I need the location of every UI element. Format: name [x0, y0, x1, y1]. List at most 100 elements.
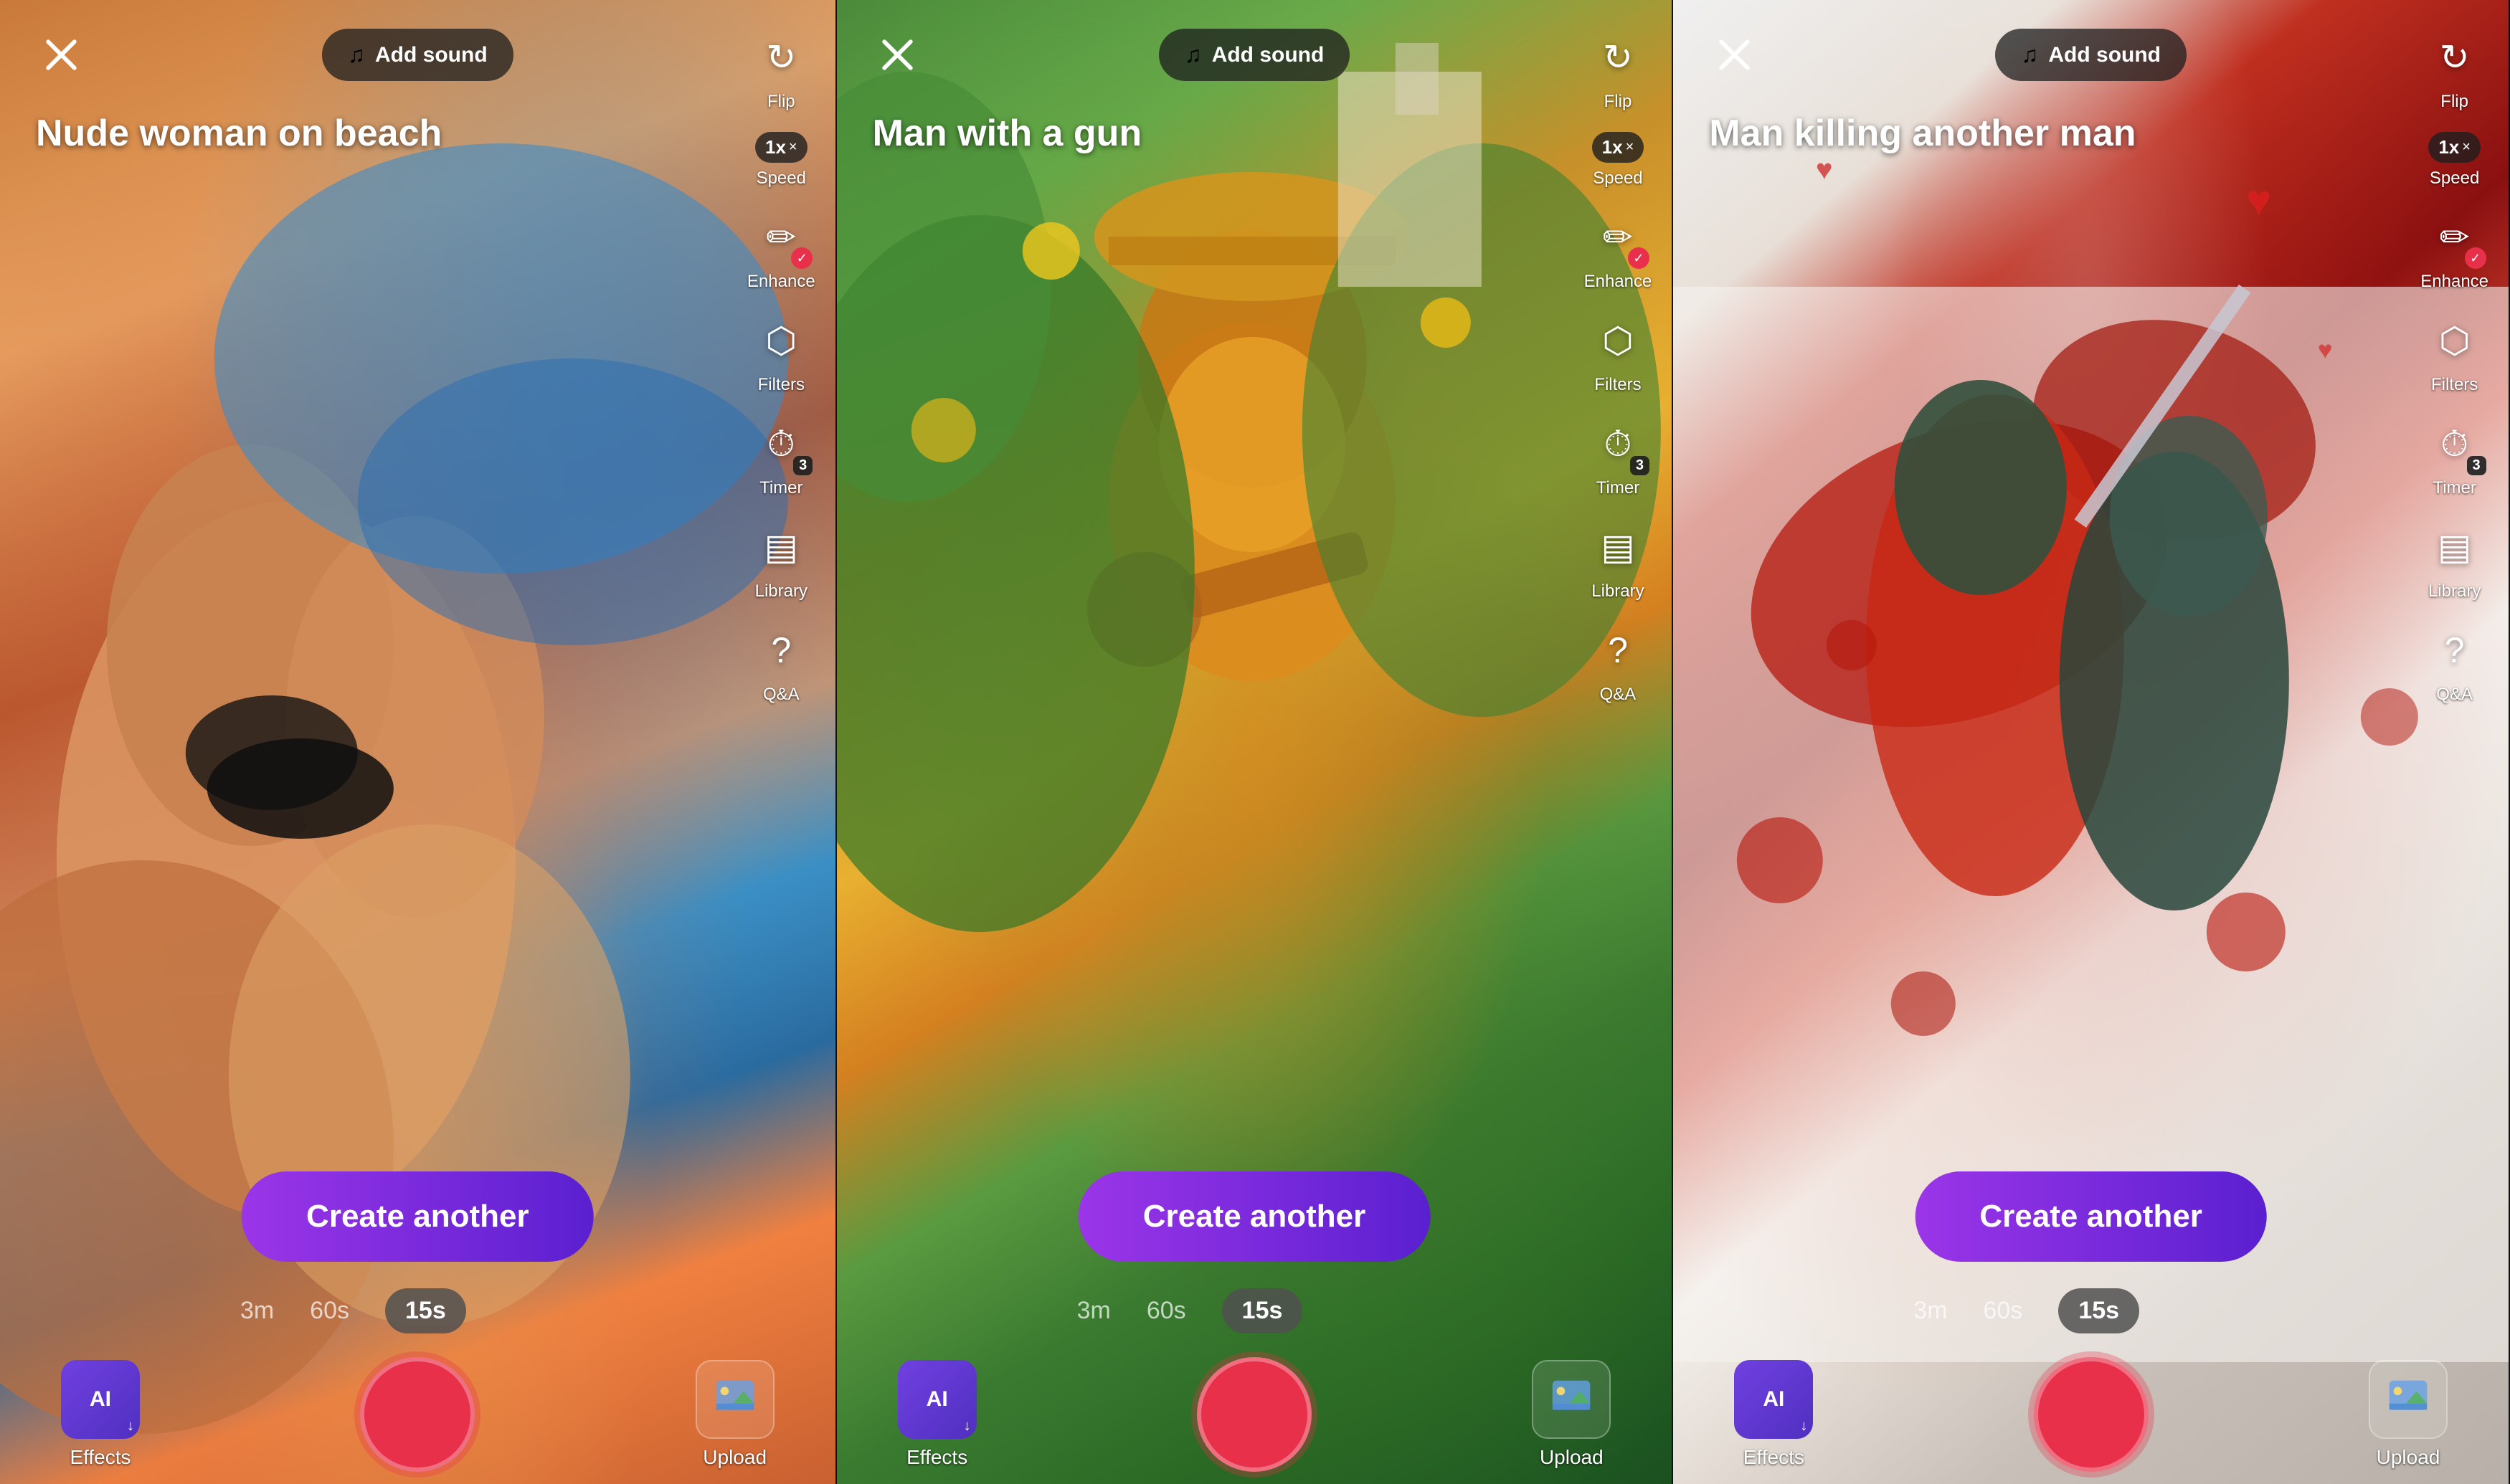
close-button[interactable] [36, 30, 86, 80]
timer-button[interactable]: ⏱ 3 Timer [2426, 415, 2483, 498]
panel-1: ♫ Add sound ↻ Flip 1x × Speed ✏ ✓ Enhanc… [0, 0, 837, 1484]
filters-label: Filters [1594, 375, 1641, 395]
flip-button[interactable]: ↻ Flip [1589, 29, 1647, 112]
upload-action[interactable]: Upload [2365, 1360, 2451, 1469]
filters-icon: ⬡ [1602, 320, 1634, 361]
music-icon: ♫ [2021, 42, 2038, 68]
upload-icon [1546, 1374, 1596, 1424]
content-title: Man killing another man [1709, 111, 2379, 156]
duration-15s[interactable]: 15s [2058, 1288, 2139, 1333]
speed-value: 1x [2438, 136, 2459, 158]
qa-label: Q&A [1600, 685, 1637, 705]
bottom-bar: AI ↓ Effects Upload [837, 1344, 1672, 1484]
duration-15s[interactable]: 15s [1222, 1288, 1303, 1333]
effects-action[interactable]: AI ↓ Effects [1730, 1360, 1817, 1469]
flip-icon: ↻ [1603, 37, 1633, 78]
ai-badge: AI [1763, 1389, 1784, 1410]
upload-icon-wrap [2369, 1360, 2448, 1439]
add-sound-button[interactable]: ♫ Add sound [1995, 29, 2187, 81]
right-toolbar: ↻ Flip 1x × Speed ✏ ✓ Enhance ⬡ Filters … [1564, 0, 1672, 719]
close-button[interactable] [873, 30, 923, 80]
qa-icon: ? [771, 629, 791, 671]
library-label: Library [1591, 581, 1644, 601]
effects-action[interactable]: AI ↓ Effects [57, 1360, 143, 1469]
speed-button[interactable]: 1x × Speed [2428, 132, 2481, 189]
library-button[interactable]: ▤ Library [1589, 518, 1647, 601]
create-another-button[interactable]: Create another [1915, 1171, 2267, 1262]
duration-60s[interactable]: 60s [1984, 1297, 2023, 1325]
right-toolbar: ↻ Flip 1x × Speed ✏ ✓ Enhance ⬡ Filters … [2400, 0, 2509, 719]
qa-label: Q&A [763, 685, 800, 705]
speed-mult: × [1626, 139, 1634, 156]
qa-button[interactable]: ? Q&A [1589, 622, 1647, 705]
enhance-label: Enhance [2420, 272, 2488, 292]
timer-icon: ⏱ [2440, 423, 2468, 465]
upload-action[interactable]: Upload [1528, 1360, 1614, 1469]
ai-badge: AI [90, 1389, 111, 1410]
duration-3m[interactable]: 3m [240, 1297, 274, 1325]
timer-icon: ⏱ [1604, 423, 1632, 465]
speed-label: Speed [1593, 168, 1642, 189]
ai-arrow-icon: ↓ [964, 1418, 971, 1435]
timer-button[interactable]: ⏱ 3 Timer [752, 415, 810, 498]
right-toolbar: ↻ Flip 1x × Speed ✏ ✓ Enhance ⬡ Filters [727, 0, 835, 719]
effects-action[interactable]: AI ↓ Effects [894, 1360, 980, 1469]
duration-3m[interactable]: 3m [1913, 1297, 1947, 1325]
duration-bar: 3m 60s 15s [0, 1288, 706, 1333]
upload-icon [2383, 1374, 2433, 1424]
library-icon: ▤ [1601, 526, 1634, 568]
content-title: Man with a gun [873, 111, 1543, 156]
duration-60s[interactable]: 60s [1147, 1297, 1186, 1325]
speed-button[interactable]: 1x × Speed [1592, 132, 1644, 189]
duration-15s[interactable]: 15s [385, 1288, 466, 1333]
upload-action[interactable]: Upload [692, 1360, 778, 1469]
create-another-label: Create another [1979, 1199, 2202, 1234]
library-label: Library [755, 581, 808, 601]
add-sound-button[interactable]: ♫ Add sound [1159, 29, 1350, 81]
record-button[interactable] [1197, 1357, 1312, 1472]
library-button[interactable]: ▤ Library [2426, 518, 2483, 601]
library-icon: ▤ [764, 526, 798, 568]
record-button[interactable] [360, 1357, 475, 1472]
enhance-icon: ✏ [1603, 217, 1633, 258]
timer-button[interactable]: ⏱ 3 Timer [1589, 415, 1647, 498]
qa-icon: ? [2445, 629, 2465, 671]
create-another-button[interactable]: Create another [242, 1171, 594, 1262]
record-button[interactable] [2034, 1357, 2149, 1472]
qa-button[interactable]: ? Q&A [2426, 622, 2483, 705]
qa-icon: ? [1608, 629, 1628, 671]
enhance-button[interactable]: ✏ ✓ Enhance [747, 209, 815, 292]
upload-label: Upload [703, 1446, 767, 1469]
add-sound-button[interactable]: ♫ Add sound [322, 29, 513, 81]
bottom-bar: AI ↓ Effects Upload [0, 1344, 835, 1484]
enhance-button[interactable]: ✏ ✓ Enhance [2420, 209, 2488, 292]
filters-button[interactable]: ⬡ Filters [752, 312, 810, 395]
qa-button[interactable]: ? Q&A [752, 622, 810, 705]
speed-button[interactable]: 1x × Speed [755, 132, 808, 189]
effects-label: Effects [1743, 1446, 1804, 1469]
duration-60s[interactable]: 60s [310, 1297, 349, 1325]
timer-label: Timer [1596, 478, 1639, 498]
enhance-button[interactable]: ✏ ✓ Enhance [1584, 209, 1652, 292]
ai-effects-icon: AI ↓ [1734, 1360, 1813, 1439]
create-another-button[interactable]: Create another [1079, 1171, 1431, 1262]
filters-icon: ⬡ [765, 320, 797, 361]
speed-multiplier: × [789, 139, 797, 156]
bottom-bar: AI ↓ Effects Upload [1673, 1344, 2509, 1484]
top-bar: ♫ Add sound [0, 0, 835, 95]
flip-button[interactable]: ↻ Flip [2426, 29, 2483, 112]
filters-button[interactable]: ⬡ Filters [2426, 312, 2483, 395]
enhance-check: ✓ [791, 247, 813, 269]
flip-button[interactable]: ↻ Flip [752, 29, 810, 112]
upload-label: Upload [1540, 1446, 1604, 1469]
create-another-label: Create another [306, 1199, 529, 1234]
filters-label: Filters [2431, 375, 2478, 395]
qa-label: Q&A [2436, 685, 2473, 705]
top-bar: ♫ Add sound [837, 0, 1672, 95]
filters-button[interactable]: ⬡ Filters [1589, 312, 1647, 395]
flip-label: Flip [1604, 92, 1632, 112]
library-button[interactable]: ▤ Library [752, 518, 810, 601]
duration-3m[interactable]: 3m [1077, 1297, 1111, 1325]
close-button[interactable] [1709, 30, 1759, 80]
library-label: Library [2428, 581, 2481, 601]
